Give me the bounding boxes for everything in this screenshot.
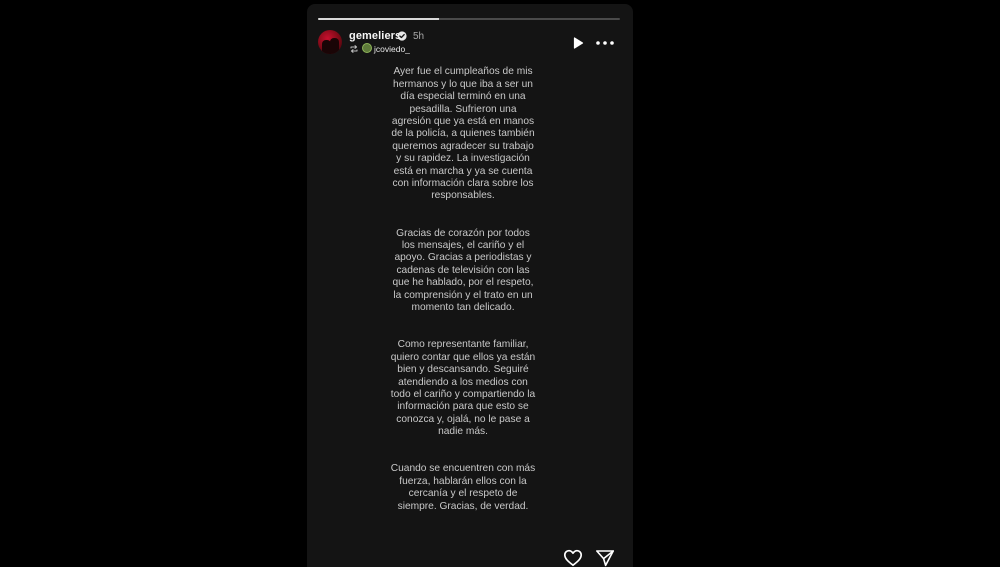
reposter-username[interactable]: jcoviedo_ (374, 44, 410, 54)
heart-icon[interactable] (563, 549, 583, 567)
story-text: Ayer fue el cumpleaños de mis hermanos y… (389, 54, 537, 538)
story-viewer[interactable]: gemeliers 5h jcoviedo_ Ayer fue el cumpl… (307, 4, 633, 567)
story-paragraph-1: Ayer fue el cumpleaños de mis hermanos y… (391, 66, 535, 202)
story-paragraph-4: Cuando se encuentren con más fuerza, hab… (390, 463, 536, 512)
paper-plane-icon[interactable] (595, 549, 615, 567)
page-background: gemeliers 5h jcoviedo_ Ayer fue el cumpl… (0, 0, 1000, 567)
repost-icon (349, 44, 359, 54)
story-paragraph-3: Como representante familiar, quiero cont… (390, 339, 536, 438)
more-options-icon[interactable] (595, 38, 615, 48)
story-progress-bar (318, 18, 620, 20)
post-time: 5h (413, 31, 425, 42)
story-progress-fill (318, 18, 439, 20)
reposter-avatar[interactable] (362, 43, 372, 53)
profile-avatar[interactable] (318, 30, 342, 54)
username-link[interactable]: gemeliers (349, 30, 401, 42)
play-icon[interactable] (571, 36, 585, 50)
story-paragraph-2: Gracias de corazón por todos los mensaje… (392, 227, 534, 314)
verified-badge-icon (397, 31, 407, 41)
